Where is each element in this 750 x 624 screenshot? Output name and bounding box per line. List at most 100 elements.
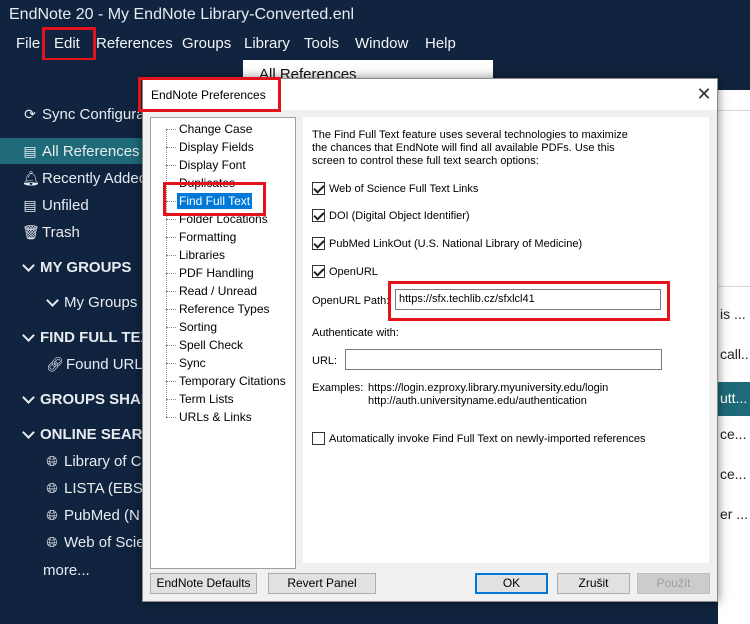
tree-tick [166,417,176,418]
openurl-path-input[interactable]: https://sfx.techlib.cz/sfxlcl41 [395,289,661,310]
menu-file[interactable]: File [16,35,40,52]
option-web-of-science[interactable]: Web of Science Full Text Links [312,182,478,195]
tree-tick [166,309,176,310]
tree-item-sorting[interactable]: Sorting [177,319,219,335]
document-icon: ▤ [23,142,37,159]
sync-config-item[interactable]: ⟳ Sync Configura [22,101,144,127]
sync-icon: ⟳ [24,105,36,122]
checkbox-pubmed-linkout[interactable] [312,237,325,250]
menu-bar: File Edit References Groups Library Tool… [0,30,750,60]
chevron-down-icon [46,296,58,308]
tree-item-sync[interactable]: Sync [177,355,208,371]
url-label: URL: [312,355,338,367]
sidebar-item-trash[interactable]: 🗑︎ Trash [22,219,80,245]
chevron-down-icon [22,428,34,440]
globe-icon: 🌐︎ [46,479,58,496]
list-item[interactable]: call... [720,346,750,362]
tree-tick [166,165,176,166]
sidebar-item-found-url[interactable]: 🔗︎ Found URL [46,351,143,377]
tree-item-duplicates[interactable]: Duplicates [177,175,237,191]
menu-library[interactable]: Library [244,35,290,52]
tree-item-spell-check[interactable]: Spell Check [177,337,245,353]
option-openurl[interactable]: OpenURL [312,265,378,278]
tree-tick [166,399,176,400]
list-item[interactable]: utt... [720,390,747,406]
tree-tick [166,345,176,346]
tree-item-libraries[interactable]: Libraries [177,247,227,263]
document-icon: ▤ [23,196,37,213]
tree-item-urls-links[interactable]: URLs & Links [177,409,254,425]
trash-icon: 🗑︎ [22,223,40,240]
openurl-path-label: OpenURL Path: [312,295,390,307]
menu-edit[interactable]: Edit [54,35,80,52]
tree-item-formatting[interactable]: Formatting [177,229,238,245]
menu-groups[interactable]: Groups [182,35,231,52]
apply-button[interactable]: Použít [637,573,710,594]
menu-help[interactable]: Help [425,35,456,52]
checkbox-auto-invoke[interactable] [312,432,325,445]
find-full-text-panel: The Find Full Text feature uses several … [303,117,709,563]
menu-references[interactable]: References [96,35,173,52]
tree-item-read-unread[interactable]: Read / Unread [177,283,259,299]
window-title: EndNote 20 - My EndNote Library-Converte… [0,0,750,30]
tree-item-display-font[interactable]: Display Font [177,157,248,173]
sidebar-item-online-2[interactable]: 🌐︎ LISTA (EBSC [44,475,153,501]
sidebar-item-recently-added[interactable]: 🔔︎ Recently Addec [22,165,146,191]
option-pubmed-linkout[interactable]: PubMed LinkOut (U.S. National Library of… [312,237,582,250]
cancel-button[interactable]: Zrušit [557,573,630,594]
revert-panel-button[interactable]: Revert Panel [268,573,376,594]
tree-tick [166,327,176,328]
globe-icon: 🌐︎ [46,533,58,550]
sidebar-item-online-4[interactable]: 🌐︎ Web of Scie [44,529,144,555]
list-item[interactable]: ce... [720,466,746,482]
dialog-titlebar: EndNote Preferences ✕ [143,79,717,110]
sidebar-item-my-groups[interactable]: My Groups [46,289,137,315]
chevron-down-icon [22,261,34,273]
list-item[interactable]: ce... [720,426,746,442]
online-search-header[interactable]: ONLINE SEAR [22,421,143,447]
tree-tick [166,381,176,382]
tree-tick [166,363,176,364]
list-item[interactable]: is ... [720,306,746,322]
tree-tick [166,255,176,256]
tree-item-change-case[interactable]: Change Case [177,121,254,137]
close-icon[interactable]: ✕ [693,83,715,105]
ok-button[interactable]: OK [475,573,548,594]
tree-tick [166,291,176,292]
groups-shared-header[interactable]: GROUPS SHAI [22,386,145,412]
globe-icon: 🌐︎ [46,452,58,469]
chevron-down-icon [22,331,34,343]
preferences-category-tree: Change Case Display Fields Display Font … [150,117,296,569]
tree-item-folder-locations[interactable]: Folder Locations [177,211,270,227]
tree-item-term-lists[interactable]: Term Lists [177,391,236,407]
option-auto-invoke[interactable]: Automatically invoke Find Full Text on n… [312,432,646,445]
tree-item-pdf-handling[interactable]: PDF Handling [177,265,256,281]
checkbox-doi[interactable] [312,209,325,222]
option-doi[interactable]: DOI (Digital Object Identifier) [312,209,470,222]
checkbox-web-of-science[interactable] [312,182,325,195]
find-full-text-header[interactable]: FIND FULL TEX [22,324,151,350]
endnote-defaults-button[interactable]: EndNote Defaults [150,573,257,594]
sidebar-item-unfiled[interactable]: ▤ Unfiled [22,192,88,218]
sidebar-item-online-1[interactable]: 🌐︎ Library of C [44,448,141,474]
menu-window[interactable]: Window [355,35,408,52]
list-divider [718,110,750,111]
menu-tools[interactable]: Tools [304,35,339,52]
list-item[interactable]: er ... [720,506,748,522]
tree-item-display-fields[interactable]: Display Fields [177,139,256,155]
sidebar-item-more[interactable]: more... [43,557,90,583]
authenticate-label: Authenticate with: [312,327,399,339]
tree-item-find-full-text[interactable]: Find Full Text [177,193,253,209]
authenticate-url-input[interactable] [345,349,662,370]
tree-tick [166,201,176,202]
globe-icon: 🌐︎ [46,506,58,523]
list-divider [718,286,750,287]
preferences-dialog: EndNote Preferences ✕ Change Case Displa… [142,78,718,602]
reference-list: is ... call... utt... ce... ce... er ... [718,90,750,624]
my-groups-header[interactable]: MY GROUPS [22,254,131,280]
tree-item-temporary-citations[interactable]: Temporary Citations [177,373,288,389]
sidebar-item-online-3[interactable]: 🌐︎ PubMed (N [44,502,139,528]
checkbox-openurl[interactable] [312,265,325,278]
tree-tick [166,129,176,130]
tree-item-reference-types[interactable]: Reference Types [177,301,272,317]
